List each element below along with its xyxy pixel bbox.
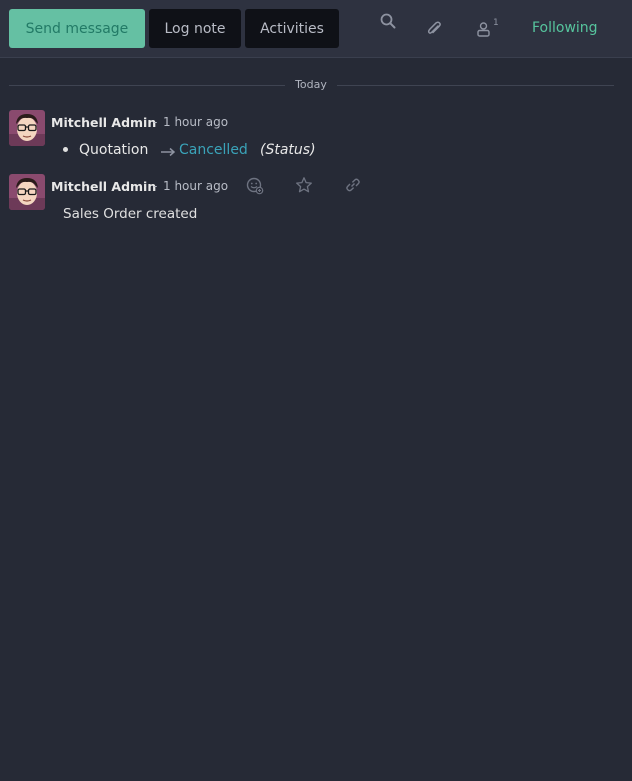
divider-line-left <box>9 85 285 86</box>
date-divider: Today <box>295 78 327 91</box>
message-body: Sales Order created <box>63 206 198 222</box>
chatter-topbar: Send message Log note Activities 1 Follo… <box>0 0 632 58</box>
star-icon[interactable] <box>294 175 314 195</box>
tracking-new-value: Cancelled <box>179 142 248 158</box>
user-icon[interactable] <box>476 21 490 37</box>
send-message-button[interactable]: Send message <box>9 9 145 48</box>
message-author[interactable]: Mitchell Admin <box>51 115 156 130</box>
message-time: 1 hour ago <box>163 115 229 129</box>
message-separator: - <box>153 179 158 193</box>
paperclip-icon[interactable] <box>425 20 443 38</box>
tracking-field-name: (Status) <box>260 142 316 158</box>
avatar[interactable] <box>9 174 45 210</box>
log-note-button[interactable]: Log note <box>149 9 241 48</box>
divider-line-right <box>337 85 614 86</box>
avatar[interactable] <box>9 110 45 146</box>
link-icon[interactable] <box>343 175 363 195</box>
message-time: 1 hour ago <box>163 179 229 193</box>
tracking-bullet <box>63 147 68 152</box>
message-author[interactable]: Mitchell Admin <box>51 179 156 194</box>
following-button[interactable]: Following <box>532 20 598 36</box>
add-reaction-icon[interactable] <box>245 176 265 196</box>
follower-count: 1 <box>493 18 499 28</box>
search-icon[interactable] <box>379 12 397 30</box>
activities-button[interactable]: Activities <box>245 9 339 48</box>
arrow-right-icon <box>160 144 176 158</box>
tracking-old-value: Quotation <box>79 142 149 158</box>
message-separator: - <box>153 115 158 129</box>
